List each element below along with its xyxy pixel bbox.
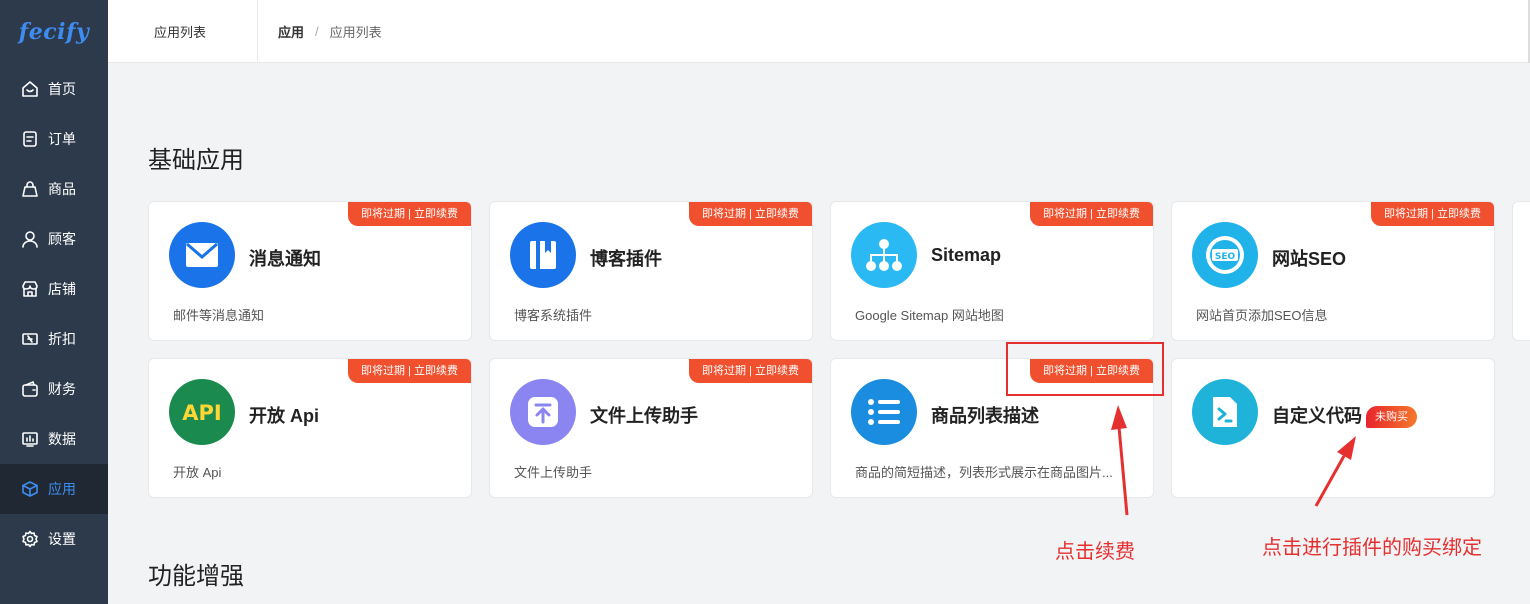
renew-badge[interactable]: 即将过期 | 立即续费 [348,202,471,226]
sidebar-item-finance[interactable]: 财务 [0,364,108,414]
top-header: 应用列表 应用 / 应用列表 [108,0,1530,63]
app-card-seo[interactable]: SEO 网站SEO 网站首页添加SEO信息 即将过期 | 立即续费 [1171,201,1495,341]
app-desc: 邮件等消息通知 [173,308,265,323]
app-name: 消息通知 [249,249,321,269]
sidebar-item-products[interactable]: 商品 [0,164,108,214]
home-icon [21,80,39,98]
app-card-custom-code[interactable]: 自定义代码 未购买 [1171,358,1495,498]
unpaid-badge[interactable]: 未购买 [1366,406,1417,429]
sitemap-icon [851,222,917,288]
gear-icon [21,530,39,548]
sidebar-item-label: 财务 [48,381,76,397]
app-desc: 博客系统插件 [514,308,593,323]
mail-icon [169,222,235,288]
logo[interactable]: fecify [0,0,108,64]
sidebar-item-apps[interactable]: 应用 [0,464,108,514]
app-desc: 文件上传助手 [514,465,593,480]
app-card-sitemap[interactable]: Sitemap Google Sitemap 网站地图 即将过期 | 立即续费 [830,201,1154,341]
sidebar-item-settings[interactable]: 设置 [0,514,108,564]
sidebar-item-label: 顾客 [48,231,76,247]
user-icon [21,230,39,248]
app-card-blog[interactable]: 博客插件 博客系统插件 即将过期 | 立即续费 [489,201,813,341]
app-name: 网站SEO [1272,249,1347,269]
upload-icon [510,379,576,445]
renew-badge[interactable]: 即将过期 | 立即续费 [689,202,812,226]
renew-badge[interactable]: 即将过期 | 立即续费 [689,359,812,383]
app-name: Sitemap [931,245,1002,265]
app-card-open-api[interactable]: API 开放 Api 开放 Api 即将过期 | 立即续费 [148,358,472,498]
section-title-enhance: 功能增强 [148,563,244,590]
section-title-basic: 基础应用 [148,147,244,174]
app-name: 文件上传助手 [590,406,698,426]
app-desc: Google Sitemap 网站地图 [855,308,1004,323]
breadcrumb-separator: / [315,24,319,39]
order-icon [21,130,39,148]
seo-icon: SEO [1192,222,1258,288]
app-name-text: 自定义代码 [1272,406,1362,426]
renew-badge[interactable]: 即将过期 | 立即续费 [1030,202,1153,226]
api-icon: API [169,379,235,445]
app-card-upload[interactable]: 文件上传助手 文件上传助手 即将过期 | 立即续费 [489,358,813,498]
sidebar-item-label: 折扣 [48,331,76,347]
box-icon [21,480,39,498]
renew-badge[interactable]: 即将过期 | 立即续费 [1371,202,1494,226]
sidebar-item-store[interactable]: 店铺 [0,264,108,314]
annotation-purchase: 点击进行插件的购买绑定 [1262,537,1482,559]
blog-icon [510,222,576,288]
sidebar-item-discount[interactable]: 折扣 [0,314,108,364]
list-icon [851,379,917,445]
page-tab[interactable]: 应用列表 [108,0,258,63]
app-card-partial[interactable] [1512,201,1530,341]
svg-text:SEO: SEO [1215,252,1236,262]
code-icon [1192,379,1258,445]
sidebar-item-label: 店铺 [48,281,76,297]
ticket-icon [21,330,39,348]
highlight-box [1006,342,1164,396]
store-icon [21,280,39,298]
sidebar-item-label: 商品 [48,181,76,197]
app-desc: 开放 Api [173,465,222,480]
sidebar-item-label: 首页 [48,81,76,97]
breadcrumb: 应用 / 应用列表 [278,0,382,63]
app-name: 商品列表描述 [931,406,1039,426]
wallet-icon [21,380,39,398]
sidebar-item-label: 数据 [48,431,76,447]
app-card-notification[interactable]: 消息通知 邮件等消息通知 即将过期 | 立即续费 [148,201,472,341]
annotation-renew: 点击续费 [1055,541,1135,563]
sidebar-item-customers[interactable]: 顾客 [0,214,108,264]
app-name: 开放 Api [249,406,319,426]
sidebar-item-label: 设置 [48,531,76,547]
sidebar: fecify 首页 订单 商品 顾客 店铺 折扣 财务 数据 应用 设置 [0,0,108,604]
svg-text:API: API [182,401,221,425]
app-desc: 网站首页添加SEO信息 [1196,308,1328,323]
chart-icon [21,430,39,448]
sidebar-item-orders[interactable]: 订单 [0,114,108,164]
app-desc: 商品的简短描述，列表形式展示在商品图片... [855,465,1113,480]
app-name: 博客插件 [590,249,662,269]
sidebar-item-home[interactable]: 首页 [0,64,108,114]
sidebar-item-label: 订单 [48,131,76,147]
app-name: 自定义代码 未购买 [1272,402,1417,429]
bag-icon [21,180,39,198]
breadcrumb-current: 应用列表 [329,25,382,40]
sidebar-item-label: 应用 [48,481,76,497]
sidebar-item-data[interactable]: 数据 [0,414,108,464]
breadcrumb-parent[interactable]: 应用 [278,22,304,41]
renew-badge[interactable]: 即将过期 | 立即续费 [348,359,471,383]
logo-text: fecify [18,19,90,45]
